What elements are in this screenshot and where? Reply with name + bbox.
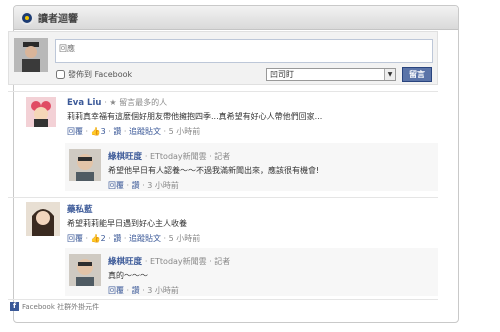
reply-thread: 綠棋旺度 · ETtoday新聞雲 · 記者 真的～～～ 回覆 · 讚 · 3 … — [65, 248, 438, 296]
like-count[interactable]: 3 — [101, 127, 106, 136]
comment-timestamp: 5 小時前 — [168, 127, 201, 136]
current-user-avatar — [14, 38, 48, 72]
reply-author-avatar[interactable] — [69, 254, 101, 286]
post-to-facebook-toggle[interactable]: 發佈到 Facebook — [56, 69, 132, 80]
comment-author-link[interactable]: 藥私藍 — [67, 205, 93, 215]
widget-footer: f Facebook 社群外掛元件 — [8, 299, 438, 313]
reply-author-badge: · ETtoday新聞雲 · 記者 — [144, 257, 231, 266]
post-to-facebook-checkbox[interactable] — [56, 70, 65, 79]
facebook-icon: f — [10, 302, 19, 311]
reply-text: 真的～～～ — [108, 271, 148, 280]
account-select[interactable]: 凹司盯 ▼ — [266, 68, 396, 81]
comment-item: 藥私藍 希望莉莉能早日遇到好心主人收養 回覆 · 👍2 · 讚 · 追蹤貼文 ·… — [8, 200, 438, 245]
thumbs-up-icon: 👍 — [90, 234, 101, 243]
widget-header: 讀者迴響 — [14, 6, 458, 30]
post-to-facebook-label: 發佈到 Facebook — [68, 70, 133, 79]
follow-post-link[interactable]: 追蹤貼文 — [129, 234, 161, 243]
comment-actions: 回覆 · 👍3 · 讚 · 追蹤貼文 · 5 小時前 — [67, 127, 201, 136]
post-comment-button[interactable]: 留言 — [402, 67, 432, 82]
reply-timestamp: 3 小時前 — [147, 286, 179, 295]
commenter-avatar[interactable] — [26, 202, 60, 236]
like-link[interactable]: 讚 — [113, 234, 121, 243]
reply-actions: 回覆 · 讚 · 3 小時前 — [108, 286, 179, 295]
like-link[interactable]: 讚 — [132, 286, 140, 295]
reply-text: 希望他早日有人認養～～不過我滿新聞出來，應該很有機會! — [108, 166, 320, 175]
reply-link[interactable]: 回覆 — [108, 286, 124, 295]
footer-text[interactable]: Facebook 社群外掛元件 — [22, 302, 99, 312]
reply-thread: 綠棋旺度 · ETtoday新聞雲 · 記者 希望他早日有人認養～～不過我滿新聞… — [65, 143, 438, 191]
comment-author-link[interactable]: Eva Liu — [67, 98, 101, 108]
reply-link[interactable]: 回覆 — [67, 234, 83, 243]
follow-post-link[interactable]: 追蹤貼文 — [129, 127, 161, 136]
comment-author-badge: · ★ 留言最多的人 — [104, 98, 168, 107]
chevron-down-icon: ▼ — [384, 69, 395, 80]
widget-title: 讀者迴響 — [38, 14, 78, 25]
comment-input[interactable] — [55, 39, 433, 63]
like-count[interactable]: 2 — [101, 234, 106, 243]
comment-text: 希望莉莉能早日遇到好心主人收養 — [67, 219, 187, 228]
ettoday-logo-icon — [20, 10, 34, 25]
account-select-value: 凹司盯 — [270, 70, 294, 79]
thumbs-up-icon: 👍 — [90, 127, 101, 136]
reply-actions: 回覆 · 讚 · 3 小時前 — [108, 181, 179, 190]
comment-timestamp: 5 小時前 — [168, 234, 201, 243]
like-link[interactable]: 讚 — [132, 181, 140, 190]
reply-link[interactable]: 回覆 — [108, 181, 124, 190]
divider — [8, 91, 438, 92]
comment-text: 莉莉真幸福有這麼個好朋友帶他擁抱四季...真希望有好心人帶他們回家... — [67, 112, 323, 121]
reply-author-link[interactable]: 綠棋旺度 — [108, 257, 142, 267]
reply-author-link[interactable]: 綠棋旺度 — [108, 152, 142, 162]
divider — [8, 197, 438, 198]
reply-link[interactable]: 回覆 — [67, 127, 83, 136]
comment-actions: 回覆 · 👍2 · 讚 · 追蹤貼文 · 5 小時前 — [67, 234, 201, 243]
like-link[interactable]: 讚 — [113, 127, 121, 136]
commenter-avatar[interactable] — [26, 97, 56, 127]
reply-author-badge: · ETtoday新聞雲 · 記者 — [144, 152, 231, 161]
reply-timestamp: 3 小時前 — [147, 181, 179, 190]
comment-item: Eva Liu · ★ 留言最多的人 莉莉真幸福有這麼個好朋友帶他擁抱四季...… — [8, 95, 438, 140]
reply-author-avatar[interactable] — [69, 149, 101, 181]
comment-composer: 發佈到 Facebook 凹司盯 ▼ 留言 — [8, 31, 438, 85]
